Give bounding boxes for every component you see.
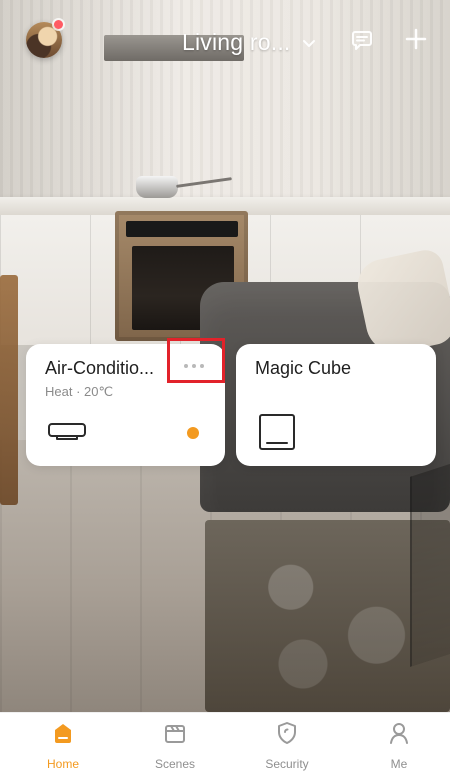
more-horizontal-icon[interactable]: [184, 364, 204, 368]
nav-item-scenes[interactable]: Scenes: [130, 719, 220, 777]
more-dot: [192, 364, 196, 368]
nav-label: Scenes: [154, 757, 196, 771]
bottom-navigation: Home Scenes Security Me: [0, 712, 450, 777]
device-card-air-conditioner[interactable]: Air-Conditio... Heat · 20℃: [26, 344, 225, 466]
oven-control-panel: [126, 221, 238, 237]
home-switcher[interactable]: Living ro...: [182, 28, 317, 56]
device-card-magic-cube[interactable]: Magic Cube: [236, 344, 436, 466]
home-title: Living ro...: [182, 28, 291, 55]
nav-item-security[interactable]: Security: [242, 719, 332, 777]
air-conditioner-icon: [47, 421, 87, 441]
chair: [0, 275, 18, 505]
nav-item-me[interactable]: Me: [354, 719, 444, 777]
nav-label: Home: [46, 757, 79, 771]
plus-icon[interactable]: [403, 26, 429, 52]
device-name: Air-Conditio...: [45, 358, 155, 378]
message-icon[interactable]: [350, 28, 374, 52]
nav-item-home[interactable]: Home: [18, 719, 108, 777]
home-icon: [49, 719, 77, 747]
side-table: [410, 463, 450, 667]
nav-label: Security: [265, 757, 309, 771]
notification-dot: [54, 20, 63, 29]
shield-icon: [273, 719, 301, 747]
device-name: Magic Cube: [255, 358, 352, 378]
chevron-down-icon: [301, 35, 317, 51]
cooking-pot: [136, 176, 178, 198]
magic-cube-icon: [257, 412, 297, 452]
user-icon: [385, 719, 413, 747]
scenes-icon: [161, 719, 189, 747]
more-dot: [200, 364, 204, 368]
top-bar: Living ro...: [0, 0, 450, 82]
more-dot: [184, 364, 188, 368]
nav-label: Me: [390, 757, 408, 771]
device-status: Heat · 20℃: [45, 384, 114, 399]
device-status-indicator: [187, 427, 199, 439]
